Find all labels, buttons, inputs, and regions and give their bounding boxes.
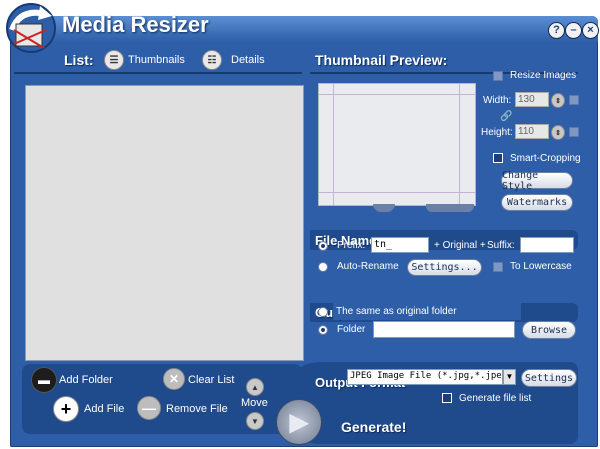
add-file-icon[interactable]: + <box>53 396 79 422</box>
browse-button[interactable]: Browse <box>522 321 576 339</box>
auto-rename-label: Auto-Rename <box>337 261 399 272</box>
original-label: + Original + <box>434 240 486 251</box>
resize-images-label: Resize Images <box>510 70 577 81</box>
preview-zoom-control[interactable] <box>426 204 474 212</box>
thumbnail-preview <box>318 83 476 206</box>
smart-cropping-label: Smart-Cropping <box>510 153 581 164</box>
generate-button[interactable]: Generate! <box>341 419 406 435</box>
format-dropdown-icon[interactable]: ▼ <box>503 369 516 385</box>
file-list[interactable] <box>25 85 304 361</box>
same-folder-radio[interactable] <box>318 307 328 317</box>
app-logo-icon <box>0 0 62 56</box>
prefix-input[interactable]: tn_ <box>371 237 429 253</box>
width-lock-checkbox[interactable] <box>569 95 579 105</box>
add-folder-button[interactable]: Add Folder <box>59 374 113 386</box>
move-up-icon[interactable]: ▲ <box>246 378 264 396</box>
suffix-label: Suffix: <box>487 240 515 251</box>
watermarks-button[interactable]: Watermarks <box>501 194 573 211</box>
prefix-radio[interactable] <box>318 241 328 251</box>
add-file-button[interactable]: Add File <box>84 403 124 415</box>
link-icon: 🔗 <box>500 111 513 122</box>
thumbnails-view-label[interactable]: Thumbnails <box>128 54 185 66</box>
close-button[interactable]: × <box>582 22 599 39</box>
width-input[interactable]: 130 <box>515 92 549 107</box>
custom-folder-radio[interactable] <box>318 325 328 335</box>
thumbnails-view-icon[interactable]: ☰ <box>104 50 124 70</box>
minimize-button[interactable]: – <box>565 22 582 39</box>
clear-list-icon[interactable]: ✕ <box>163 368 185 390</box>
list-label: List: <box>64 52 94 68</box>
width-spinner-icon[interactable]: ⇕ <box>551 93 565 108</box>
lowercase-label: To Lowercase <box>510 261 572 272</box>
height-lock-checkbox[interactable] <box>569 127 579 137</box>
remove-file-icon[interactable]: — <box>137 396 161 420</box>
help-button[interactable]: ? <box>548 22 565 39</box>
remove-file-button[interactable]: Remove File <box>166 403 228 415</box>
move-label: Move <box>241 397 268 409</box>
folder-label: Folder <box>337 324 366 335</box>
lowercase-checkbox[interactable] <box>493 262 503 272</box>
same-folder-label: The same as original folder <box>336 306 457 317</box>
generate-list-checkbox[interactable] <box>442 393 452 403</box>
details-view-icon[interactable]: ☷ <box>202 50 222 70</box>
height-spinner-icon[interactable]: ⇕ <box>551 125 565 140</box>
smart-cropping-checkbox[interactable] <box>493 153 503 163</box>
add-folder-icon[interactable]: ▬ <box>31 367 57 393</box>
details-view-label[interactable]: Details <box>231 54 265 66</box>
auto-rename-radio[interactable] <box>318 262 328 272</box>
clear-list-button[interactable]: Clear List <box>188 374 234 386</box>
format-select[interactable]: JPEG Image File (*.jpg,*.jpe <box>347 369 503 385</box>
move-down-icon[interactable]: ▼ <box>246 412 264 430</box>
generate-play-icon[interactable]: ▶ <box>276 399 322 445</box>
change-style-button[interactable]: Change Style <box>501 170 573 192</box>
generate-list-label: Generate file list <box>459 393 532 404</box>
prefix-label: Prefix: <box>337 240 366 251</box>
height-input[interactable]: 110 <box>515 124 549 139</box>
height-label: Height: <box>481 127 513 138</box>
folder-input[interactable] <box>373 321 515 338</box>
rename-settings-button[interactable]: Settings... <box>407 259 482 276</box>
resize-images-checkbox[interactable] <box>493 71 503 81</box>
app-title: Media Resizer <box>62 12 209 37</box>
format-settings-button[interactable]: Settings <box>521 369 577 387</box>
suffix-input[interactable] <box>520 237 574 253</box>
width-label: Width: <box>483 95 512 106</box>
preview-title: Thumbnail Preview: <box>315 52 448 68</box>
list-divider <box>14 72 302 74</box>
